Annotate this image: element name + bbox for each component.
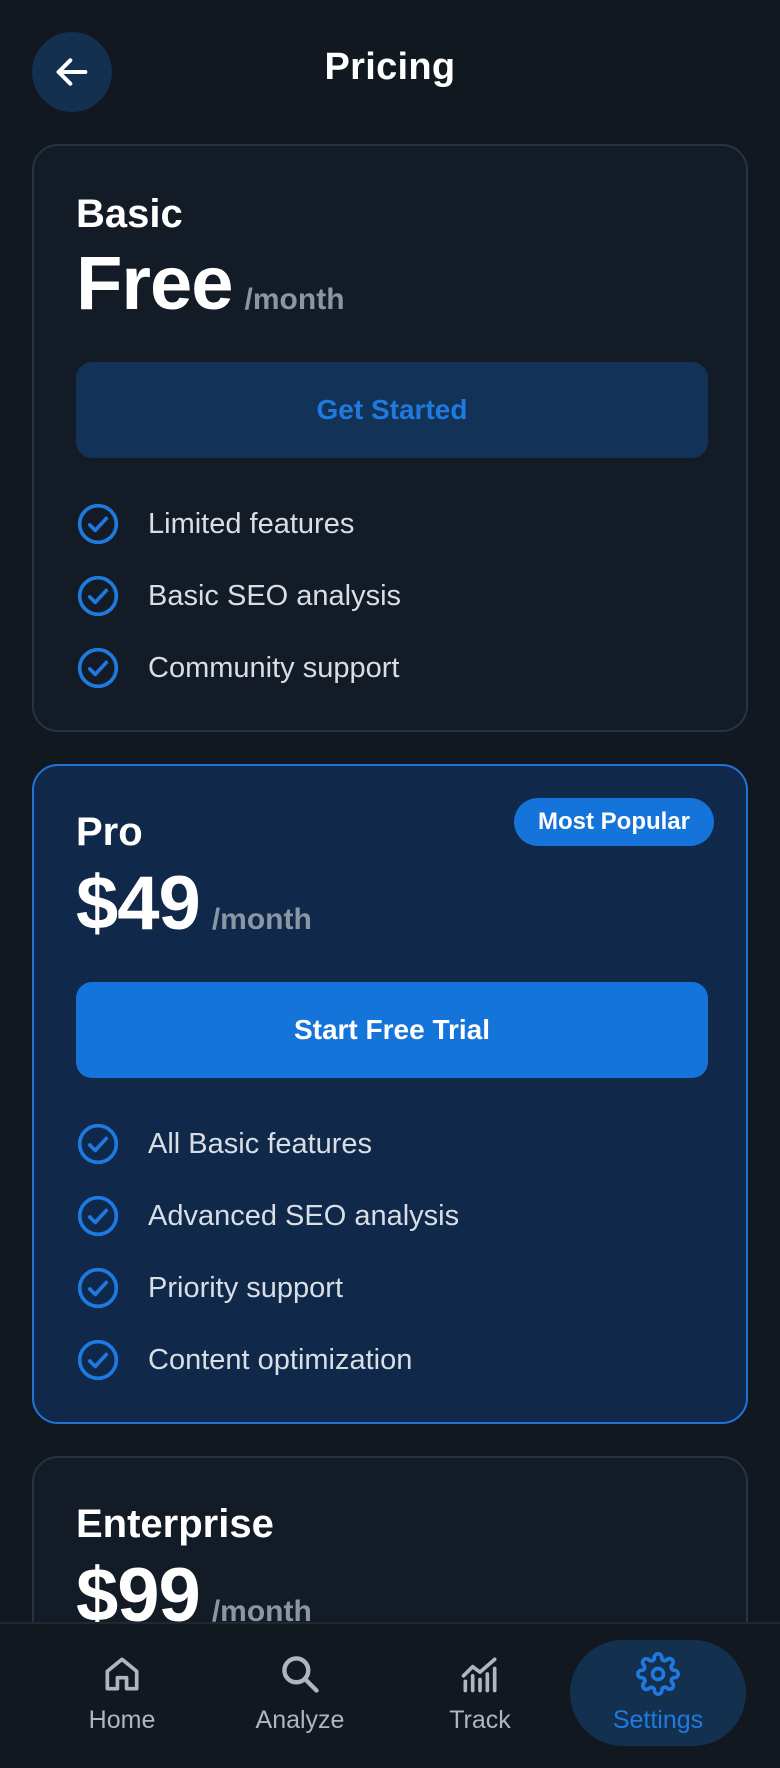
nav-item-analyze[interactable]: Analyze [212,1640,388,1746]
feature-item: Community support [76,632,708,704]
start-free-trial-button[interactable]: Start Free Trial [76,982,708,1078]
feature-item: Limited features [76,488,708,560]
search-icon [282,1655,319,1693]
feature-label: Community support [148,651,400,684]
price-row: Free /month [76,246,345,322]
bottom-nav: Home Analyze Track Settings [0,1622,780,1768]
nav-label: Track [449,1705,511,1734]
nav-item-track[interactable]: Track [392,1640,568,1746]
price-row: $49 /month [76,866,312,942]
feature-label: Basic SEO analysis [148,579,402,612]
plan-card-pro: Most Popular Pro $49 /month Start Free T… [32,764,748,1424]
feature-item: Advanced SEO analysis [76,1180,708,1252]
plan-name: Basic [76,192,183,236]
check-circle-icon [77,503,119,545]
feature-label: Advanced SEO analysis [148,1199,460,1232]
check-circle-icon [77,1339,119,1381]
gear-icon [636,1651,680,1696]
page-title: Pricing [324,46,456,88]
pricing-screen: Pricing Basic Free /month Get Started Li… [0,0,780,1768]
nav-label: Analyze [255,1705,345,1734]
plan-name: Enterprise [76,1502,274,1546]
get-started-button[interactable]: Get Started [76,362,708,458]
check-circle-icon [77,1123,119,1165]
header: Pricing [0,0,780,144]
nav-item-settings[interactable]: Settings [570,1640,746,1746]
nav-label: Settings [612,1705,704,1734]
chart-icon [461,1657,497,1692]
price-period: /month [211,903,312,936]
feature-item: Priority support [76,1252,708,1324]
plan-card-basic: Basic Free /month Get Started Limited fe… [32,144,748,732]
feature-item: Content optimization [76,1324,708,1396]
plan-price: Free [76,241,234,326]
most-popular-badge: Most Popular [513,798,714,846]
nav-label: Home [88,1705,156,1734]
check-circle-icon [77,647,119,689]
feature-list: All Basic features Advanced SEO analysis… [76,1108,708,1396]
check-circle-icon [77,1195,119,1237]
check-circle-icon [77,1267,119,1309]
feature-item: Basic SEO analysis [76,560,708,632]
check-circle-icon [77,575,119,617]
home-icon [105,1657,139,1690]
price-period: /month [244,283,345,316]
nav-item-home[interactable]: Home [34,1640,210,1746]
feature-label: Priority support [148,1271,344,1304]
feature-label: All Basic features [148,1127,373,1160]
feature-label: Limited features [148,507,355,540]
plan-price: $49 [76,861,201,946]
feature-list: Limited features Basic SEO analysis Comm… [76,488,708,704]
feature-item: All Basic features [76,1108,708,1180]
plan-name: Pro [76,810,143,854]
feature-label: Content optimization [148,1343,413,1376]
